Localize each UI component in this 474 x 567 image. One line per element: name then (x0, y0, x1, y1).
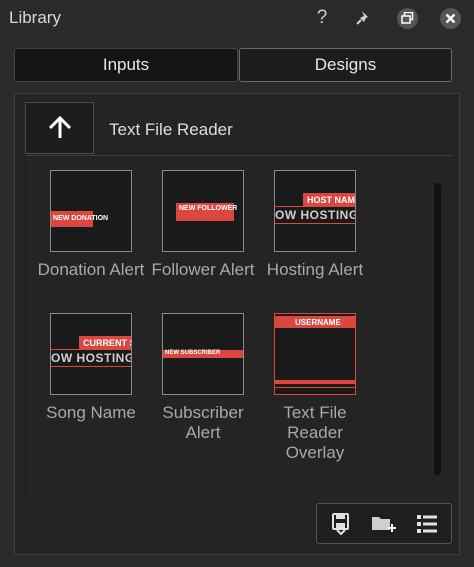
thumbnail-line (275, 387, 355, 388)
restore-window-button[interactable] (394, 6, 420, 30)
window-title: Library (9, 8, 61, 27)
restore-window-icon (400, 11, 413, 24)
title-bar: Library ? (0, 0, 474, 36)
thumbnail-text: OW HOSTING Y (275, 208, 356, 222)
thumbnail-banner (275, 380, 355, 384)
item-thumbnail: NEW FOLLOWER (162, 170, 244, 252)
divider (25, 156, 26, 501)
thumbnail-text: CURRENT S (83, 338, 132, 348)
thumbnail-line (51, 349, 131, 350)
save-icon (332, 513, 349, 535)
new-folder-icon (372, 517, 396, 532)
tab-inputs-label: Inputs (102, 55, 150, 74)
pin-button[interactable] (351, 6, 377, 30)
arrow-up-icon (48, 115, 71, 138)
item-label: Follower Alert (151, 260, 255, 279)
close-icon (445, 13, 455, 23)
thumbnail-text: NEW SUBSCRIBER (165, 350, 221, 356)
save-button[interactable] (328, 512, 354, 536)
help-button[interactable]: ? (309, 6, 335, 30)
thumbnail-text: NEW DONATION (53, 215, 109, 222)
thumbnail-text: HOST NAME (307, 195, 356, 205)
navigate-up-button[interactable] (25, 102, 94, 154)
list-view-button[interactable] (414, 512, 440, 536)
thumbnail-line (275, 223, 355, 224)
bottom-toolbar (316, 503, 452, 544)
item-label: Donation Alert (37, 260, 145, 279)
item-thumbnail: NEW SUBSCRIBER (162, 313, 244, 395)
item-label: Subscriber Alert (162, 403, 244, 442)
current-folder-title: Text File Reader (109, 120, 233, 139)
library-tabs: Inputs Designs (14, 48, 452, 84)
vertical-scrollbar[interactable] (434, 183, 441, 475)
question-icon: ? (316, 7, 328, 28)
new-folder-button[interactable] (371, 512, 397, 536)
item-label: Text File Reader Overlay (283, 403, 347, 462)
item-thumbnail: USERNAME (274, 313, 356, 395)
item-label: Hosting Alert (266, 260, 364, 279)
divider (25, 155, 453, 156)
tab-designs-label: Designs (314, 55, 377, 74)
tab-designs[interactable]: Designs (239, 48, 452, 82)
item-label: Song Name (46, 403, 136, 422)
thumbnail-text: USERNAME (295, 318, 341, 327)
pin-icon (356, 11, 368, 25)
item-thumbnail: HOST NAME OW HOSTING Y (274, 170, 356, 252)
thumbnail-text: NEW FOLLOWER (179, 205, 238, 212)
list-view-icon (417, 515, 437, 533)
item-thumbnail: CURRENT S OW HOSTING Y (50, 313, 132, 395)
thumbnail-text: OW HOSTING Y (51, 351, 132, 365)
thumbnail-line (51, 366, 131, 367)
close-window-button[interactable] (437, 6, 463, 30)
item-thumbnail: NEW DONATION (50, 170, 132, 252)
thumbnail-line (275, 206, 355, 207)
tab-inputs[interactable]: Inputs (14, 48, 238, 82)
